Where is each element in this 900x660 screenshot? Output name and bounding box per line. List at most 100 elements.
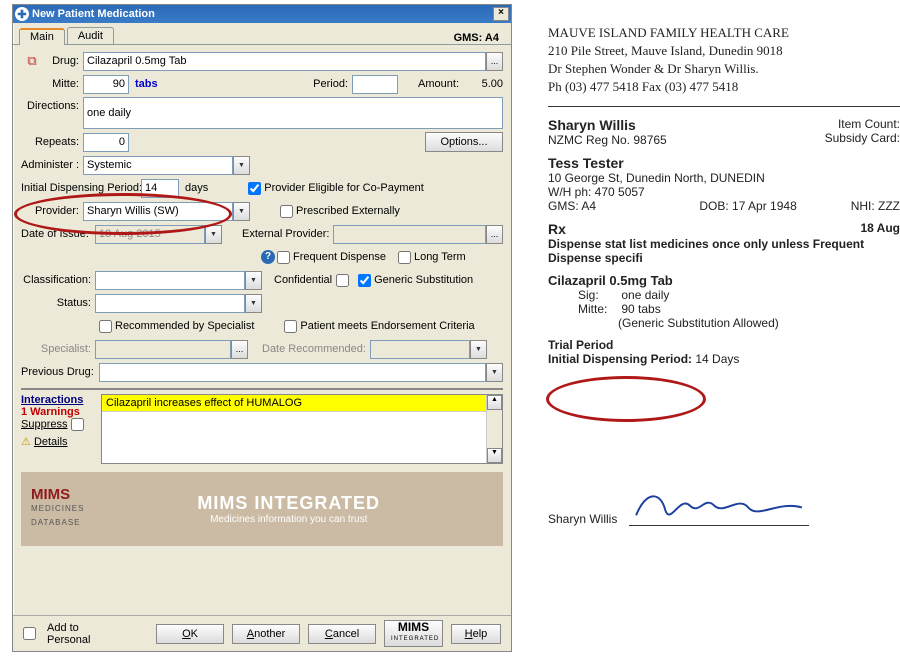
status-dropdown[interactable] bbox=[245, 294, 262, 313]
mims-title: MIMS INTEGRATED bbox=[197, 493, 380, 513]
provider-name: Sharyn Willis bbox=[548, 117, 825, 133]
interaction-row[interactable]: Cilazapril increases effect of HUMALOG bbox=[102, 395, 502, 412]
specialist-lookup-button[interactable]: ... bbox=[231, 340, 248, 359]
add-personal-label: Add to Personal bbox=[47, 622, 120, 646]
scroll-up-icon[interactable]: ▲ bbox=[487, 395, 502, 410]
status-label: Status: bbox=[21, 297, 95, 309]
rx-heading: Rx bbox=[548, 221, 860, 237]
idp-field[interactable] bbox=[141, 179, 179, 198]
daterec-label: Date Recommended: bbox=[262, 343, 370, 355]
dialog-buttons: Add to Personal OK Another Cancel MIMS I… bbox=[13, 615, 511, 651]
daterec-field bbox=[370, 340, 470, 359]
amount-value: 5.00 bbox=[463, 78, 503, 90]
classification-field[interactable] bbox=[95, 271, 245, 290]
warning-icon: ⚠ bbox=[21, 436, 31, 448]
tab-strip: Main Audit GMS: A4 bbox=[13, 23, 511, 45]
rx-gensub: (Generic Substitution Allowed) bbox=[548, 316, 900, 330]
close-icon[interactable]: × bbox=[493, 7, 509, 21]
options-button[interactable]: Options... bbox=[425, 132, 503, 152]
extprov-lookup-button[interactable]: ... bbox=[486, 225, 503, 244]
tab-main[interactable]: Main bbox=[19, 28, 65, 45]
patient-phone: W/H ph: 470 5057 bbox=[548, 185, 900, 199]
rx-drug: Cilazapril 0.5mg Tab bbox=[548, 273, 900, 288]
subsidy-card-label: Subsidy Card: bbox=[825, 131, 900, 145]
patient-dob: DOB: 17 Apr 1948 bbox=[699, 199, 850, 213]
interactions-scrollbar[interactable]: ▲ ▼ bbox=[486, 395, 502, 463]
drug-icon: ⧉ bbox=[21, 53, 43, 69]
longterm-checkbox[interactable] bbox=[398, 251, 411, 264]
mitte-field[interactable] bbox=[83, 75, 129, 94]
copay-checkbox[interactable] bbox=[248, 182, 261, 195]
provider-field[interactable] bbox=[83, 202, 233, 221]
generic-sub-checkbox[interactable] bbox=[358, 274, 371, 287]
tab-audit[interactable]: Audit bbox=[67, 27, 114, 44]
copay-label: Provider Eligible for Co-Payment bbox=[264, 182, 424, 194]
daterec-dropdown[interactable] bbox=[470, 340, 487, 359]
details-link[interactable]: Details bbox=[34, 436, 68, 448]
confidential-label: Confidential bbox=[274, 274, 336, 286]
directions-field[interactable] bbox=[83, 97, 503, 129]
patient-gms: GMS: A4 bbox=[548, 199, 699, 213]
mims-tagline: Medicines information you can trust bbox=[84, 514, 493, 525]
help-icon[interactable]: ? bbox=[261, 250, 275, 264]
rx-date: 18 Aug bbox=[860, 221, 900, 237]
interactions-warn-count: 1 Warnings bbox=[21, 406, 101, 418]
rx-mitte-value: 90 tabs bbox=[621, 302, 660, 316]
directions-label: Directions: bbox=[21, 97, 83, 112]
suppress-checkbox[interactable] bbox=[71, 418, 84, 431]
doi-dropdown[interactable] bbox=[205, 225, 222, 244]
prevdrug-field[interactable] bbox=[99, 363, 486, 382]
sig-value: one daily bbox=[621, 288, 669, 302]
rec-specialist-checkbox[interactable] bbox=[99, 320, 112, 333]
amount-label: Amount: bbox=[418, 78, 463, 90]
drug-field[interactable] bbox=[83, 52, 486, 71]
medication-dialog: ✚ New Patient Medication × Main Audit GM… bbox=[12, 4, 512, 652]
period-field[interactable] bbox=[352, 75, 398, 94]
window-title: New Patient Medication bbox=[32, 8, 493, 20]
classification-dropdown[interactable] bbox=[245, 271, 262, 290]
endorsement-checkbox[interactable] bbox=[284, 320, 297, 333]
help-button[interactable]: Help bbox=[451, 624, 501, 644]
signature-icon bbox=[629, 486, 809, 526]
gms-badge: GMS: A4 bbox=[454, 32, 505, 44]
provider-dropdown[interactable] bbox=[233, 202, 250, 221]
titlebar: ✚ New Patient Medication × bbox=[13, 5, 511, 23]
frequent-dispense-checkbox[interactable] bbox=[277, 251, 290, 264]
interactions-header: Interactions bbox=[21, 394, 101, 406]
scroll-down-icon[interactable]: ▼ bbox=[487, 448, 502, 463]
mims-logo-text: MIMS bbox=[31, 486, 70, 503]
idp-unit: days bbox=[185, 182, 208, 194]
rx-mitte-label: Mitte: bbox=[578, 302, 618, 316]
clinic-doctors: Dr Stephen Wonder & Dr Sharyn Willis. bbox=[548, 60, 900, 78]
administer-field[interactable] bbox=[83, 156, 233, 175]
confidential-checkbox[interactable] bbox=[336, 274, 349, 287]
rx-idp-value: 14 Days bbox=[695, 352, 739, 366]
ok-button[interactable]: OK bbox=[156, 624, 224, 644]
clinic-phone: Ph (03) 477 5418 Fax (03) 477 5418 bbox=[548, 78, 900, 96]
frequent-dispense-label: Frequent Dispense bbox=[293, 251, 386, 263]
repeats-label: Repeats: bbox=[21, 136, 83, 148]
period-label: Period: bbox=[313, 78, 352, 90]
drug-label: Drug: bbox=[43, 55, 83, 67]
administer-label: Administer : bbox=[21, 159, 83, 171]
extprov-label: External Provider: bbox=[242, 228, 333, 240]
mims-banner: MIMS MEDICINES DATABASE MIMS INTEGRATED … bbox=[21, 472, 503, 546]
drug-lookup-button[interactable]: ... bbox=[486, 52, 503, 71]
interactions-list[interactable]: Cilazapril increases effect of HUMALOG ▲… bbox=[101, 394, 503, 464]
prescribed-ext-checkbox[interactable] bbox=[280, 205, 293, 218]
specialist-field bbox=[95, 340, 231, 359]
doi-field bbox=[95, 225, 205, 244]
clinic-address: 210 Pile Street, Mauve Island, Dunedin 9… bbox=[548, 42, 900, 60]
administer-dropdown[interactable] bbox=[233, 156, 250, 175]
dispense-note: Dispense stat list medicines once only u… bbox=[548, 237, 900, 265]
mims-button[interactable]: MIMS INTEGRATED bbox=[384, 620, 443, 647]
mitte-label: Mitte: bbox=[21, 78, 83, 90]
another-button[interactable]: Another bbox=[232, 624, 300, 644]
clinic-name: MAUVE ISLAND FAMILY HEALTH CARE bbox=[548, 24, 900, 42]
prevdrug-dropdown[interactable] bbox=[486, 363, 503, 382]
cancel-button[interactable]: Cancel bbox=[308, 624, 376, 644]
trial-period-heading: Trial Period bbox=[548, 338, 900, 352]
repeats-field[interactable] bbox=[83, 133, 129, 152]
status-field[interactable] bbox=[95, 294, 245, 313]
add-personal-checkbox[interactable] bbox=[23, 627, 36, 640]
